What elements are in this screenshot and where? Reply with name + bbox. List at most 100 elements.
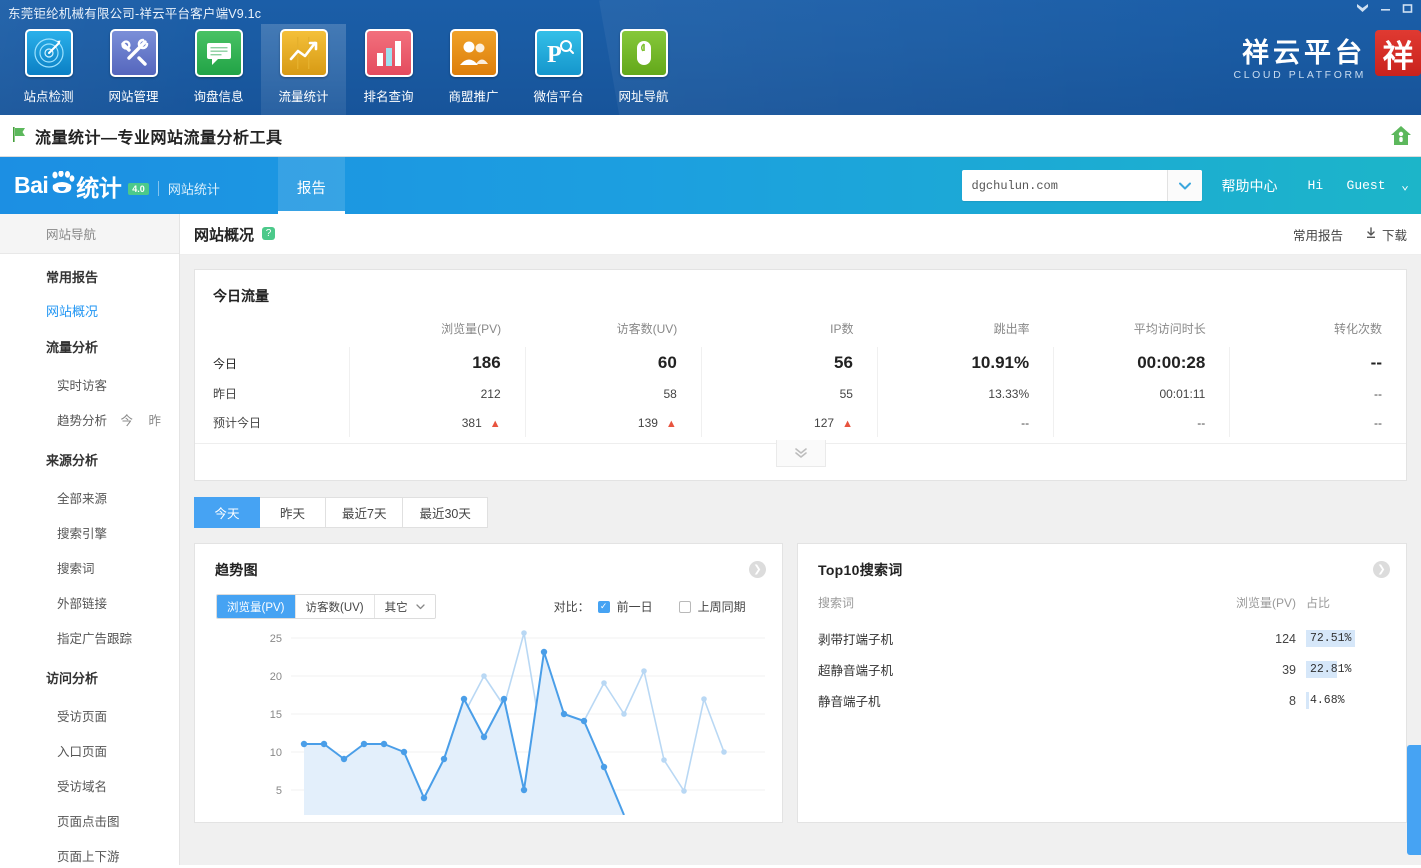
help-center-link[interactable]: 帮助中心 [1222, 176, 1278, 196]
sidebar-item-page-click-map[interactable]: 页面点击图 [0, 803, 179, 838]
logo-prefix: Bai [14, 172, 49, 198]
table-row: 静音端子机 8 4.68% [798, 685, 1406, 716]
sidebar-item-search-engines[interactable]: 搜索引擎 [0, 515, 179, 550]
chevron-right-icon[interactable]: ❯ [1373, 561, 1390, 578]
sidebar-item-ad-tracking[interactable]: 指定广告跟踪 [0, 620, 179, 655]
percent-value: 72.51% [1310, 632, 1352, 645]
chevron-right-icon[interactable]: ❯ [749, 561, 766, 578]
trend-panel-title: 趋势图 [215, 562, 258, 578]
tab-yesterday[interactable]: 昨天 [260, 497, 326, 528]
maximize-button[interactable] [1402, 3, 1413, 14]
cell-uv: 139 ▲ [524, 408, 702, 437]
download-label: 下载 [1381, 228, 1407, 243]
sidebar-item-external-links[interactable]: 外部链接 [0, 585, 179, 620]
metric-button-other[interactable]: 其它 [373, 595, 435, 618]
cell-pv: 381 ▲ [348, 408, 526, 437]
wechat-icon: P [534, 29, 583, 77]
metric-other-label: 其它 [384, 601, 408, 614]
download-button[interactable]: 下载 [1365, 225, 1407, 244]
toolbar-item-traffic-stats[interactable]: 流量统计 [261, 24, 346, 115]
top10-col-keyword: 搜索词 [818, 596, 855, 610]
row-label: 预计今日 [213, 416, 262, 430]
toolbar-item-rank-query[interactable]: 排名查询 [346, 24, 431, 115]
home-icon[interactable] [1389, 124, 1413, 150]
window-title: 东莞钜纶机械有限公司-祥云平台客户端V9.1c [8, 7, 262, 21]
metric-button-pv[interactable]: 浏览量(PV) [217, 595, 295, 618]
sidebar-item-trend-analysis[interactable]: 趋势分析 今 昨 [0, 402, 179, 437]
compare-option-same-week[interactable]: 上周同期 [678, 598, 746, 615]
keyword-cell[interactable]: 静音端子机 [798, 685, 1206, 716]
compare-controls: 对比： ✓ 前一日 上周同期 [554, 598, 772, 615]
sidebar-item-search-terms[interactable]: 搜索词 [0, 550, 179, 585]
sidebar-item-realtime-visitors[interactable]: 实时访客 [0, 367, 179, 402]
top10-panel-title: Top10搜索词 [818, 562, 903, 578]
site-selector[interactable]: dgchulun.com [961, 170, 1202, 201]
nav-item-report[interactable]: 报告 [277, 157, 345, 214]
sidebar-subitem-today[interactable]: 今 [121, 414, 134, 428]
chevron-down-icon[interactable] [1166, 170, 1202, 201]
toolbar-item-wechat[interactable]: P 微信平台 [516, 24, 601, 115]
keyword-cell[interactable]: 剥带打端子机 [798, 623, 1206, 654]
sidebar-item-site-overview[interactable]: 网站概况 [0, 297, 179, 324]
toolbar-item-site-detect[interactable]: 站点检测 [6, 24, 91, 115]
chevron-double-down-icon[interactable] [775, 439, 826, 467]
sidebar-item-visited-pages[interactable]: 受访页面 [0, 698, 179, 733]
checkbox-checked-icon[interactable]: ✓ [597, 600, 610, 613]
page-body: 网站导航 常用报告 网站概况 流量分析 实时访客 趋势分析 今 昨 来源分析 全… [0, 214, 1421, 865]
cell-conversions: -- [1229, 379, 1406, 408]
sidebar-item-visited-domains[interactable]: 受访域名 [0, 768, 179, 803]
tab-last-7-days[interactable]: 最近7天 [326, 497, 404, 528]
chart-y-axis-labels: 25 20 15 10 5 [270, 633, 282, 797]
sidebar-item-page-flow[interactable]: 页面上下游 [0, 838, 179, 865]
help-badge-icon[interactable]: ? [262, 226, 276, 240]
toolbar-item-label: 排名查询 [363, 90, 414, 104]
percent-value: 4.68% [1310, 694, 1345, 707]
checkbox-icon[interactable] [678, 600, 691, 613]
analytics-nav: 报告 [277, 157, 345, 214]
pv-cell: 8 [1289, 693, 1296, 708]
bear-paw-icon [49, 169, 75, 201]
toolbar-item-inquiry[interactable]: 询盘信息 [176, 24, 261, 115]
top10-search-terms-panel: Top10搜索词 ❯ 搜索词 浏览量(PV) 占比 剥带打端子机 124 72.… [797, 543, 1407, 823]
trend-chart-icon [279, 29, 328, 77]
metric-button-uv[interactable]: 访客数(UV) [294, 595, 374, 618]
minimize-button[interactable] [1380, 3, 1391, 14]
tab-last-30-days[interactable]: 最近30天 [403, 497, 488, 528]
compare-option-previous-day[interactable]: ✓ 前一日 [597, 598, 653, 615]
cell-ip: 55 [700, 379, 878, 408]
trend-chart[interactable]: 25 20 15 10 5 [195, 625, 782, 815]
pct-cell: 4.68% [1296, 685, 1406, 716]
sidebar-item-all-sources[interactable]: 全部来源 [0, 480, 179, 515]
toolbar-item-url-nav[interactable]: 网址导航 [601, 24, 686, 115]
cell-conversions: -- [1229, 408, 1406, 437]
download-icon [1365, 226, 1377, 242]
user-menu[interactable]: Hi Guest ⌄ [1308, 178, 1409, 193]
trend-chart-panel: 趋势图 ❯ 浏览量(PV) 访客数(UV) 其它 对比： ✓ 前一日 上周同期 … [194, 543, 783, 823]
client-toolbar: 站点检测 网站管理 询盘信息 流量统计 排名查询 商盟推广 P 微信平台 网址导… [6, 24, 686, 115]
sidebar-subitem-yesterday[interactable]: 昨 [149, 414, 162, 428]
main-content: 网站概况 ? 常用报告 下载 今日流量 浏览量(PV) 访客数(UV) IP数 … [180, 214, 1421, 865]
feedback-side-tab[interactable] [1407, 745, 1421, 855]
mouse-icon [619, 29, 668, 77]
sidebar-site-nav[interactable]: 网站导航 [0, 214, 179, 254]
keyword-cell[interactable]: 超静音端子机 [798, 654, 1206, 685]
analytics-header: Bai 统计 4.0 网站统计 报告 dgchulun.com 帮助中心 Hi … [0, 157, 1421, 214]
user-name: Guest [1346, 178, 1386, 193]
common-reports-link[interactable]: 常用报告 [1293, 225, 1343, 244]
content-header-actions: 常用报告 下载 [1293, 225, 1407, 244]
sidebar-item-entry-pages[interactable]: 入口页面 [0, 733, 179, 768]
tab-today[interactable]: 今天 [194, 497, 260, 528]
overview-col-bounce: 跳出率 [993, 322, 1030, 336]
up-arrow-icon: ▲ [665, 417, 677, 430]
toolbar-item-site-manage[interactable]: 网站管理 [91, 24, 176, 115]
pv-cell: 124 [1275, 631, 1296, 646]
tools-icon [109, 29, 158, 77]
overview-expand-row [195, 439, 1406, 480]
page-title: 流量统计—专业网站流量分析工具 [35, 129, 283, 147]
baidu-tongji-logo[interactable]: Bai 统计 4.0 网站统计 [0, 169, 220, 203]
cell-bounce: 13.33% [876, 379, 1054, 408]
brand-title-en: CLOUD PLATFORM [1233, 69, 1366, 81]
toolbar-item-alliance-promo[interactable]: 商盟推广 [431, 24, 516, 115]
pin-icon[interactable] [1356, 3, 1369, 14]
content-title: 网站概况 [194, 226, 255, 244]
